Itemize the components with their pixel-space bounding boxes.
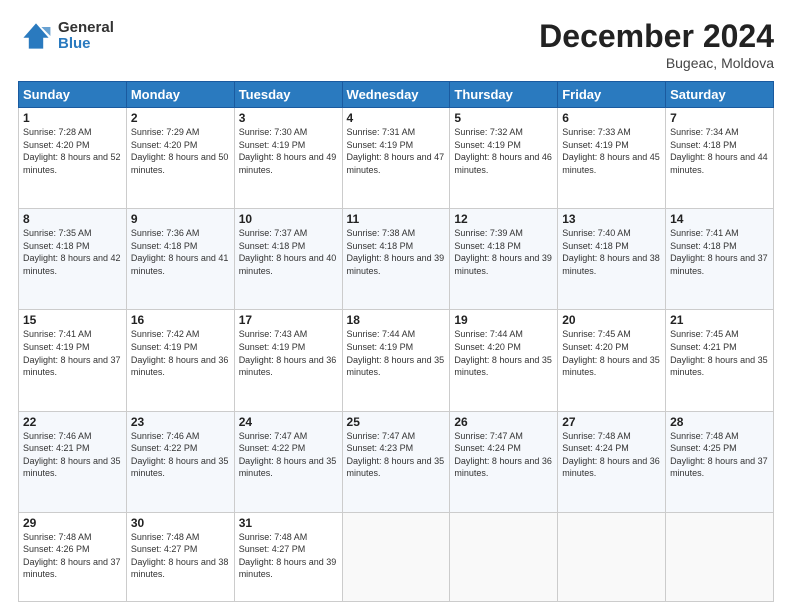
day-13: 13 Sunrise: 7:40 AMSunset: 4:18 PMDaylig…	[558, 209, 666, 310]
day-1: 1 Sunrise: 7:28 AMSunset: 4:20 PMDayligh…	[19, 108, 127, 209]
page: General Blue December 2024 Bugeac, Moldo…	[0, 0, 792, 612]
day-2: 2 Sunrise: 7:29 AMSunset: 4:20 PMDayligh…	[126, 108, 234, 209]
day-10: 10 Sunrise: 7:37 AMSunset: 4:18 PMDaylig…	[234, 209, 342, 310]
col-wednesday: Wednesday	[342, 82, 450, 108]
month-title: December 2024	[539, 18, 774, 55]
day-18: 18 Sunrise: 7:44 AMSunset: 4:19 PMDaylig…	[342, 310, 450, 411]
day-7: 7 Sunrise: 7:34 AMSunset: 4:18 PMDayligh…	[666, 108, 774, 209]
day-22: 22 Sunrise: 7:46 AMSunset: 4:21 PMDaylig…	[19, 411, 127, 512]
day-3: 3 Sunrise: 7:30 AMSunset: 4:19 PMDayligh…	[234, 108, 342, 209]
day-9: 9 Sunrise: 7:36 AMSunset: 4:18 PMDayligh…	[126, 209, 234, 310]
day-28: 28 Sunrise: 7:48 AMSunset: 4:25 PMDaylig…	[666, 411, 774, 512]
col-tuesday: Tuesday	[234, 82, 342, 108]
day-14: 14 Sunrise: 7:41 AMSunset: 4:18 PMDaylig…	[666, 209, 774, 310]
day-17: 17 Sunrise: 7:43 AMSunset: 4:19 PMDaylig…	[234, 310, 342, 411]
empty-cell-2	[450, 512, 558, 601]
week-row-5: 29 Sunrise: 7:48 AMSunset: 4:26 PMDaylig…	[19, 512, 774, 601]
day-15: 15 Sunrise: 7:41 AMSunset: 4:19 PMDaylig…	[19, 310, 127, 411]
day-25: 25 Sunrise: 7:47 AMSunset: 4:23 PMDaylig…	[342, 411, 450, 512]
day-26: 26 Sunrise: 7:47 AMSunset: 4:24 PMDaylig…	[450, 411, 558, 512]
day-19: 19 Sunrise: 7:44 AMSunset: 4:20 PMDaylig…	[450, 310, 558, 411]
location: Bugeac, Moldova	[539, 55, 774, 71]
empty-cell-4	[666, 512, 774, 601]
day-27: 27 Sunrise: 7:48 AMSunset: 4:24 PMDaylig…	[558, 411, 666, 512]
logo-blue: Blue	[58, 36, 114, 53]
week-row-4: 22 Sunrise: 7:46 AMSunset: 4:21 PMDaylig…	[19, 411, 774, 512]
day-23: 23 Sunrise: 7:46 AMSunset: 4:22 PMDaylig…	[126, 411, 234, 512]
day-6: 6 Sunrise: 7:33 AMSunset: 4:19 PMDayligh…	[558, 108, 666, 209]
empty-cell-3	[558, 512, 666, 601]
col-sunday: Sunday	[19, 82, 127, 108]
empty-cell-1	[342, 512, 450, 601]
day-4: 4 Sunrise: 7:31 AMSunset: 4:19 PMDayligh…	[342, 108, 450, 209]
day-20: 20 Sunrise: 7:45 AMSunset: 4:20 PMDaylig…	[558, 310, 666, 411]
week-row-1: 1 Sunrise: 7:28 AMSunset: 4:20 PMDayligh…	[19, 108, 774, 209]
day-30: 30 Sunrise: 7:48 AMSunset: 4:27 PMDaylig…	[126, 512, 234, 601]
day-21: 21 Sunrise: 7:45 AMSunset: 4:21 PMDaylig…	[666, 310, 774, 411]
day-24: 24 Sunrise: 7:47 AMSunset: 4:22 PMDaylig…	[234, 411, 342, 512]
calendar-table: Sunday Monday Tuesday Wednesday Thursday…	[18, 81, 774, 602]
col-saturday: Saturday	[666, 82, 774, 108]
week-row-3: 15 Sunrise: 7:41 AMSunset: 4:19 PMDaylig…	[19, 310, 774, 411]
col-friday: Friday	[558, 82, 666, 108]
day-31: 31 Sunrise: 7:48 AMSunset: 4:27 PMDaylig…	[234, 512, 342, 601]
day-11: 11 Sunrise: 7:38 AMSunset: 4:18 PMDaylig…	[342, 209, 450, 310]
header-row: Sunday Monday Tuesday Wednesday Thursday…	[19, 82, 774, 108]
week-row-2: 8 Sunrise: 7:35 AMSunset: 4:18 PMDayligh…	[19, 209, 774, 310]
day-29: 29 Sunrise: 7:48 AMSunset: 4:26 PMDaylig…	[19, 512, 127, 601]
logo: General Blue	[18, 18, 114, 54]
col-thursday: Thursday	[450, 82, 558, 108]
day-5: 5 Sunrise: 7:32 AMSunset: 4:19 PMDayligh…	[450, 108, 558, 209]
title-block: December 2024 Bugeac, Moldova	[539, 18, 774, 71]
col-monday: Monday	[126, 82, 234, 108]
day-16: 16 Sunrise: 7:42 AMSunset: 4:19 PMDaylig…	[126, 310, 234, 411]
logo-icon	[18, 18, 54, 54]
logo-general: General	[58, 20, 114, 37]
logo-text: General Blue	[58, 20, 114, 53]
header: General Blue December 2024 Bugeac, Moldo…	[18, 18, 774, 71]
day-8: 8 Sunrise: 7:35 AMSunset: 4:18 PMDayligh…	[19, 209, 127, 310]
day-12: 12 Sunrise: 7:39 AMSunset: 4:18 PMDaylig…	[450, 209, 558, 310]
